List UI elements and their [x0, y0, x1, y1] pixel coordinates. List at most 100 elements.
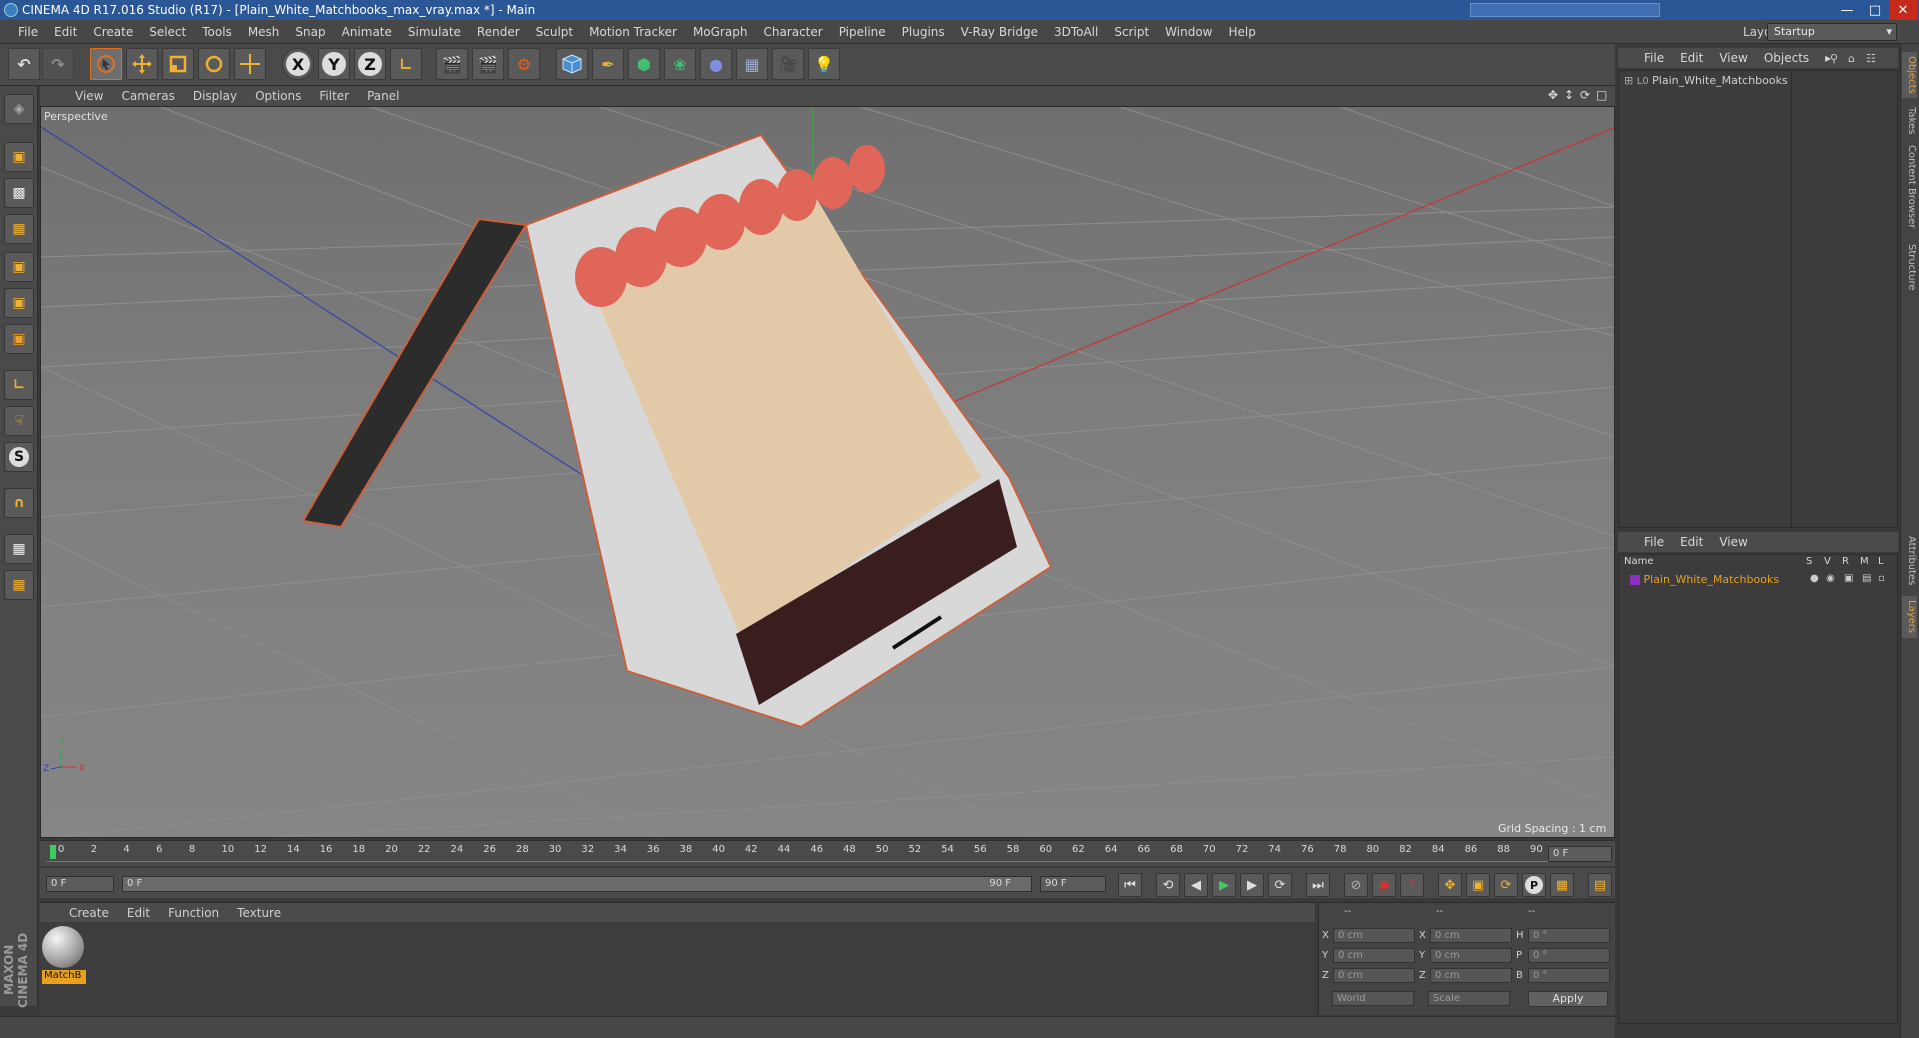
viewport-menu-filter[interactable]: Filter: [310, 89, 358, 103]
end-frame-field[interactable]: 90 F: [1040, 876, 1106, 892]
menu-mograph[interactable]: MoGraph: [685, 25, 756, 39]
timeline-window-button[interactable]: ▤: [1588, 873, 1612, 897]
menu-simulate[interactable]: Simulate: [400, 25, 469, 39]
key-point-level-button[interactable]: ▦: [1550, 873, 1574, 897]
select-tool-button[interactable]: [90, 48, 122, 80]
key-position-button[interactable]: ✥: [1438, 873, 1462, 897]
objects-menu-edit[interactable]: Edit: [1672, 51, 1711, 65]
filter-icon[interactable]: ☷: [1866, 52, 1876, 65]
menu-animate[interactable]: Animate: [334, 25, 400, 39]
menu-snap[interactable]: Snap: [287, 25, 333, 39]
menu-create[interactable]: Create: [85, 25, 141, 39]
x-axis-lock-button[interactable]: X: [282, 48, 314, 80]
search-icon[interactable]: ⚲: [1830, 52, 1838, 65]
coord-rot-h-field[interactable]: 0 °: [1528, 928, 1610, 943]
subdivision-surface-button[interactable]: ⬢: [628, 48, 660, 80]
coord-rot-p-field[interactable]: 0 °: [1528, 948, 1610, 963]
cube-primitive-button[interactable]: [556, 48, 588, 80]
maximize-button[interactable]: □: [1861, 0, 1889, 20]
layers-menu-edit[interactable]: Edit: [1672, 535, 1711, 549]
viewport-menu-cameras[interactable]: Cameras: [112, 89, 183, 103]
polygons-mode-button[interactable]: ▣: [4, 324, 34, 354]
points-mode-button[interactable]: ▣: [4, 252, 34, 282]
render-settings-button[interactable]: ⚙: [508, 48, 540, 80]
menu-script[interactable]: Script: [1106, 25, 1157, 39]
menu-render[interactable]: Render: [469, 25, 528, 39]
previous-key-button[interactable]: ⟲: [1156, 873, 1180, 897]
keyframe-selection-button[interactable]: ?: [1400, 873, 1424, 897]
menu-vray-bridge[interactable]: V-Ray Bridge: [953, 25, 1046, 39]
coord-size-mode-select[interactable]: Scale: [1428, 991, 1510, 1006]
preview-range-slider[interactable]: 0 F 90 F: [122, 876, 1032, 892]
layers-menu-view[interactable]: View: [1711, 535, 1755, 549]
viewport-menu-options[interactable]: Options: [246, 89, 310, 103]
material-swatch[interactable]: [42, 926, 84, 968]
menu-sculpt[interactable]: Sculpt: [528, 25, 581, 39]
menu-window[interactable]: Window: [1157, 25, 1220, 39]
material-name-label[interactable]: MatchB: [42, 970, 86, 984]
material-menu-function[interactable]: Function: [159, 906, 228, 920]
render-toggle-icon[interactable]: ▣: [1844, 573, 1853, 584]
viewport-menu-view[interactable]: View: [66, 89, 112, 103]
autokeying-button[interactable]: ◉: [1372, 873, 1396, 897]
render-view-button[interactable]: 🎬: [436, 48, 468, 80]
undo-button[interactable]: ↶: [8, 48, 40, 80]
key-parameter-button[interactable]: P: [1522, 873, 1546, 897]
expand-icon[interactable]: ⊞: [1624, 74, 1633, 87]
object-row[interactable]: ⊞ L0 Plain_White_Matchbooks: [1624, 74, 1788, 87]
previous-frame-button[interactable]: ◀: [1184, 873, 1208, 897]
eye-icon[interactable]: ◉: [1826, 573, 1835, 584]
layer-color-swatch[interactable]: [1630, 575, 1640, 585]
layers-col-locked[interactable]: L: [1878, 556, 1884, 567]
move-tool-button[interactable]: [126, 48, 158, 80]
go-to-end-button[interactable]: ⏭: [1306, 873, 1330, 897]
home-icon[interactable]: ⌂: [1848, 52, 1855, 65]
y-axis-lock-button[interactable]: Y: [318, 48, 350, 80]
material-menu-create[interactable]: Create: [60, 906, 118, 920]
coord-rot-b-field[interactable]: 0 °: [1528, 968, 1610, 983]
menu-pipeline[interactable]: Pipeline: [831, 25, 894, 39]
menu-select[interactable]: Select: [141, 25, 194, 39]
axis-mode-button[interactable]: ∟: [4, 370, 34, 400]
tab-structure[interactable]: Structure: [1902, 240, 1917, 294]
objects-menu-file[interactable]: File: [1636, 51, 1672, 65]
coord-pos-y-field[interactable]: 0 cm: [1333, 948, 1415, 963]
next-frame-button[interactable]: ▶: [1240, 873, 1264, 897]
viewport-nav-rotate-icon[interactable]: ⟳: [1580, 88, 1590, 102]
rotate-tool-button[interactable]: [198, 48, 230, 80]
viewport-nav-zoom-icon[interactable]: ↕: [1564, 88, 1574, 102]
layers-col-visible[interactable]: V: [1824, 556, 1831, 567]
start-frame-field[interactable]: 0 F: [46, 876, 114, 892]
lock-workplane-button[interactable]: ▦: [4, 534, 34, 564]
lock-icon[interactable]: ▫: [1878, 573, 1885, 584]
transform-tool-button[interactable]: [234, 48, 266, 80]
z-axis-lock-button[interactable]: Z: [354, 48, 386, 80]
coord-pos-x-field[interactable]: 0 cm: [1333, 928, 1415, 943]
tab-objects[interactable]: Objects: [1902, 52, 1917, 98]
tab-attributes[interactable]: Attributes: [1902, 530, 1917, 592]
3d-viewport[interactable]: Y X Z: [40, 106, 1615, 838]
viewport-nav-move-icon[interactable]: ✥: [1548, 88, 1558, 102]
layers-menu-file[interactable]: File: [1636, 535, 1672, 549]
close-button[interactable]: ✕: [1889, 0, 1917, 20]
scale-tool-button[interactable]: [162, 48, 194, 80]
tab-takes[interactable]: Takes: [1902, 104, 1917, 138]
key-rotation-button[interactable]: ⟳: [1494, 873, 1518, 897]
coord-size-z-field[interactable]: 0 cm: [1430, 968, 1512, 983]
layer-row[interactable]: Plain_White_Matchbooks: [1630, 573, 1779, 586]
tab-layers[interactable]: Layers: [1902, 596, 1917, 638]
floor-button[interactable]: ▦: [736, 48, 768, 80]
coord-size-x-field[interactable]: 0 cm: [1430, 928, 1512, 943]
objects-menu-objects[interactable]: Objects: [1756, 51, 1817, 65]
spline-pen-button[interactable]: ✒: [592, 48, 624, 80]
menu-tools[interactable]: Tools: [194, 25, 240, 39]
menu-file[interactable]: File: [10, 25, 46, 39]
viewport-maximize-icon[interactable]: □: [1596, 88, 1607, 102]
render-picture-viewer-button[interactable]: 🎬: [472, 48, 504, 80]
workplane-mode-button[interactable]: ▦: [4, 214, 34, 244]
menu-plugins[interactable]: Plugins: [894, 25, 953, 39]
coord-size-y-field[interactable]: 0 cm: [1430, 948, 1512, 963]
manager-toggle-icon[interactable]: ▤: [1862, 573, 1871, 584]
layer-solo-toggle[interactable]: ●: [1810, 573, 1819, 584]
menu-3dtoall[interactable]: 3DToAll: [1046, 25, 1106, 39]
